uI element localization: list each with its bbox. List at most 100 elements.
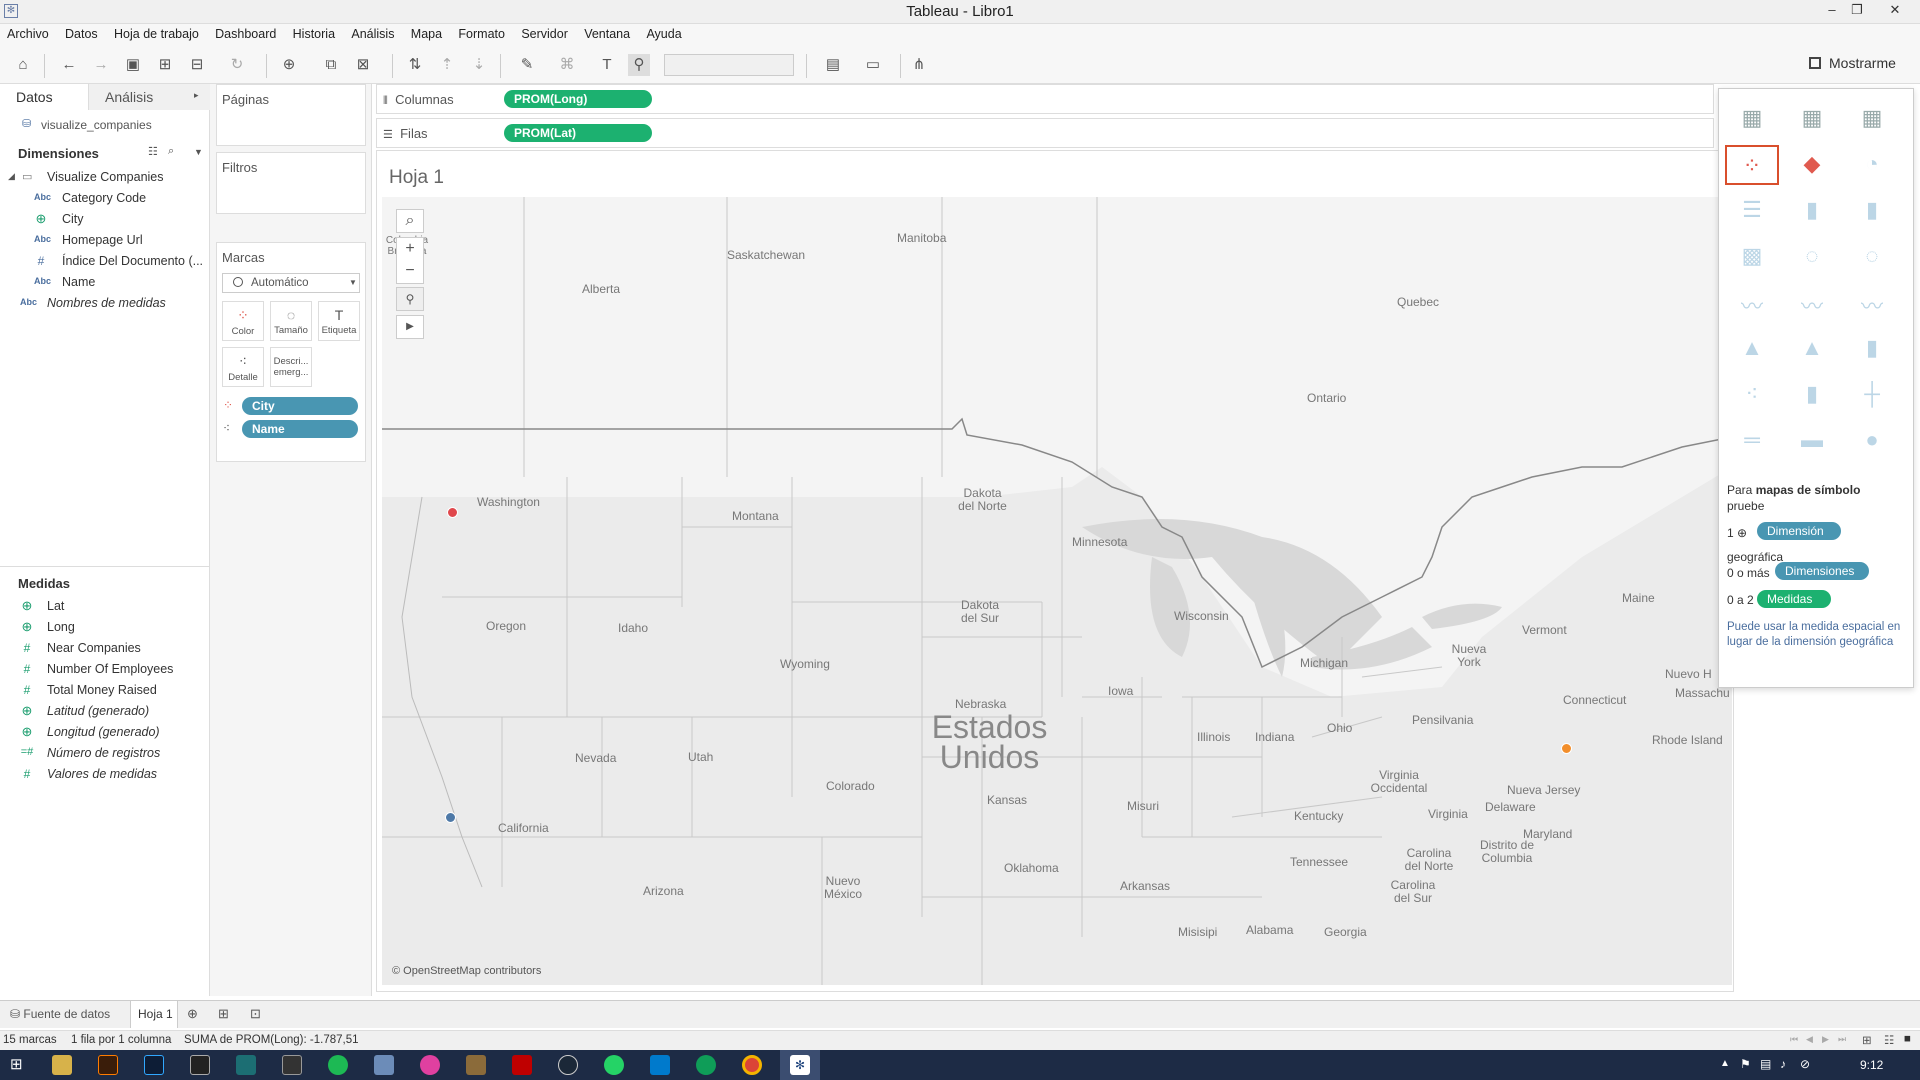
menu-historia[interactable]: Historia (286, 24, 341, 41)
chart-type-dual-lines[interactable]: 〰 (1845, 283, 1899, 323)
dimensions-search-icon[interactable]: ⌕ (168, 145, 174, 158)
spotify-icon[interactable] (328, 1055, 348, 1075)
network-app-icon[interactable] (374, 1055, 394, 1075)
chart-type-line-continuous[interactable]: 〰 (1725, 283, 1779, 323)
fit-dropdown[interactable] (664, 54, 794, 76)
filters-shelf[interactable]: Filtros (216, 152, 366, 214)
terminal-icon[interactable] (190, 1055, 210, 1075)
map-point-new-york[interactable] (1561, 743, 1572, 754)
minimize-button[interactable]: – (1822, 2, 1842, 20)
tab-nav-last-icon[interactable]: ⏭ (1838, 1034, 1846, 1045)
console-icon[interactable] (282, 1055, 302, 1075)
tabs-view-icon[interactable]: ■ (1904, 1033, 1911, 1045)
dimension-field[interactable]: Abc Category Code (0, 189, 210, 209)
tray-disconnected-icon[interactable]: ⊘ (1800, 1057, 1810, 1071)
tab-datos[interactable]: Datos (0, 84, 88, 110)
zoom-in-button[interactable]: + (396, 237, 424, 261)
columns-shelf[interactable]: ⦀ Columnas PROM(Long) (376, 84, 1714, 114)
hangouts-icon[interactable] (696, 1055, 716, 1075)
tab-datasource[interactable]: ⛁ Fuente de datos (0, 1001, 128, 1028)
measure-names-field[interactable]: Abc Nombres de medidas (0, 294, 210, 314)
tab-nav-next-icon[interactable]: ▶ (1822, 1034, 1829, 1045)
tableau-taskbar-item[interactable]: ✻ (780, 1050, 820, 1080)
map-point-california[interactable] (445, 812, 456, 823)
steam-icon[interactable] (558, 1055, 578, 1075)
filezilla-icon[interactable] (512, 1055, 532, 1075)
chart-type-treemap[interactable]: ▩ (1725, 237, 1779, 277)
pane-menu-icon[interactable]: ▸ (194, 90, 199, 101)
app-icon[interactable] (236, 1055, 256, 1075)
chart-type-box-and-whisker[interactable]: ┼ (1845, 375, 1899, 415)
fix-axes-icon[interactable]: ⚲ (628, 54, 650, 76)
measure-field[interactable]: # Number Of Employees (0, 660, 210, 680)
dimensions-menu-icon[interactable]: ▼ (194, 147, 203, 157)
chart-type-highlight-table[interactable]: ▦ (1845, 99, 1899, 139)
menu-hoja-de-trabajo[interactable]: Hoja de trabajo (107, 24, 205, 41)
pill-prom-lat[interactable]: PROM(Lat) (504, 124, 652, 142)
menu-dashboard[interactable]: Dashboard (208, 24, 282, 41)
photoshop-icon[interactable] (144, 1055, 164, 1075)
group-icon[interactable]: ⌘ (556, 54, 578, 76)
zoom-out-button[interactable]: − (396, 260, 424, 284)
chart-type-symbol-map[interactable]: ⁘ (1725, 145, 1779, 185)
dimension-folder[interactable]: ◢ ▭ Visualize Companies (0, 168, 210, 188)
chart-type-dual-combination[interactable]: ▮ (1845, 329, 1899, 369)
tab-analisis[interactable]: Análisis (88, 84, 210, 110)
menu-mapa[interactable]: Mapa (404, 24, 448, 41)
label-icon[interactable]: T (596, 54, 618, 76)
pages-shelf[interactable]: Páginas (216, 84, 366, 146)
chart-type-horizontal-bars[interactable]: ☰ (1725, 191, 1779, 231)
new-story-icon[interactable]: ⊡ (250, 1006, 261, 1022)
chart-type-text-table[interactable]: ▦ (1725, 99, 1779, 139)
color-button[interactable]: ⁘ Color (222, 301, 264, 341)
dimension-field[interactable]: Abc Homepage Url (0, 231, 210, 251)
pink-app-icon[interactable] (420, 1055, 440, 1075)
chart-type-histogram[interactable]: ▮ (1785, 375, 1839, 415)
measure-field[interactable]: ⊕ Latitud (generado) (0, 702, 210, 722)
show-me-button[interactable]: Mostrarme (1797, 46, 1920, 83)
vscode-icon[interactable] (650, 1055, 670, 1075)
dimension-field[interactable]: # Índice Del Documento (... (0, 252, 210, 272)
measure-field[interactable]: ⊕ Longitud (generado) (0, 723, 210, 743)
taskbar-clock[interactable]: 9:12 (1860, 1058, 1883, 1072)
pause-updates-icon[interactable]: ⊟ (186, 54, 208, 76)
dimension-field[interactable]: Abc Name (0, 273, 210, 293)
tab-nav-prev-icon[interactable]: ◀ (1806, 1034, 1813, 1045)
new-worksheet-icon[interactable]: ⊕ (187, 1006, 198, 1022)
chart-type-heat-map[interactable]: ▦ (1785, 99, 1839, 139)
chart-type-circle-views[interactable]: ◌ (1785, 237, 1839, 277)
chrome-icon[interactable] (742, 1055, 762, 1075)
menu-formato[interactable]: Formato (451, 24, 511, 41)
chart-type-area-discrete[interactable]: ▲ (1785, 329, 1839, 369)
tray-flag-icon[interactable]: ⚑ (1740, 1057, 1751, 1071)
refresh-icon[interactable]: ↻ (226, 54, 248, 76)
chart-type-packed-bubbles[interactable]: ● (1845, 421, 1899, 461)
pill-name[interactable]: Name (242, 420, 358, 438)
chart-type-gantt[interactable]: ═ (1725, 421, 1779, 461)
size-button[interactable]: ◌ Tamaño (270, 301, 312, 341)
clear-sheet-icon[interactable]: ⊠ (352, 54, 374, 76)
sheet-sorter-icon[interactable]: ⊞ (1862, 1033, 1872, 1047)
tray-up-icon[interactable]: ▲ (1720, 1058, 1730, 1069)
map-point-washington[interactable] (447, 507, 458, 518)
chart-type-scatter-plot[interactable]: ⁖ (1725, 375, 1779, 415)
measure-field[interactable]: # Valores de medidas (0, 765, 210, 785)
tooltip-button[interactable]: Descri... emerg... (270, 347, 312, 387)
map[interactable]: Saskatchewan Manitoba Alberta Quebec Ont… (382, 197, 1732, 985)
share-icon[interactable]: ⋔ (908, 54, 930, 76)
menu-servidor[interactable]: Servidor (514, 24, 574, 41)
rows-shelf[interactable]: ☰ Filas PROM(Lat) (376, 118, 1714, 148)
pill-prom-long[interactable]: PROM(Long) (504, 90, 652, 108)
measure-field[interactable]: ⊕ Lat (0, 597, 210, 617)
chart-type-area-continuous[interactable]: ▲ (1725, 329, 1779, 369)
sheet-title[interactable]: Hoja 1 (389, 167, 444, 189)
search-button[interactable]: ⌕ (396, 209, 424, 233)
book-app-icon[interactable] (466, 1055, 486, 1075)
menu-archivo[interactable]: Archivo (0, 24, 55, 41)
tab-nav-first-icon[interactable]: ⏮ (1790, 1034, 1798, 1045)
dimension-field[interactable]: ⊕ City (0, 210, 210, 230)
filmstrip-icon[interactable]: ☷ (1884, 1033, 1894, 1047)
restore-button[interactable]: ❐ (1847, 2, 1867, 20)
measure-field[interactable]: =# Número de registros (0, 744, 210, 764)
chart-type-stacked-bars[interactable]: ▮ (1785, 191, 1839, 231)
